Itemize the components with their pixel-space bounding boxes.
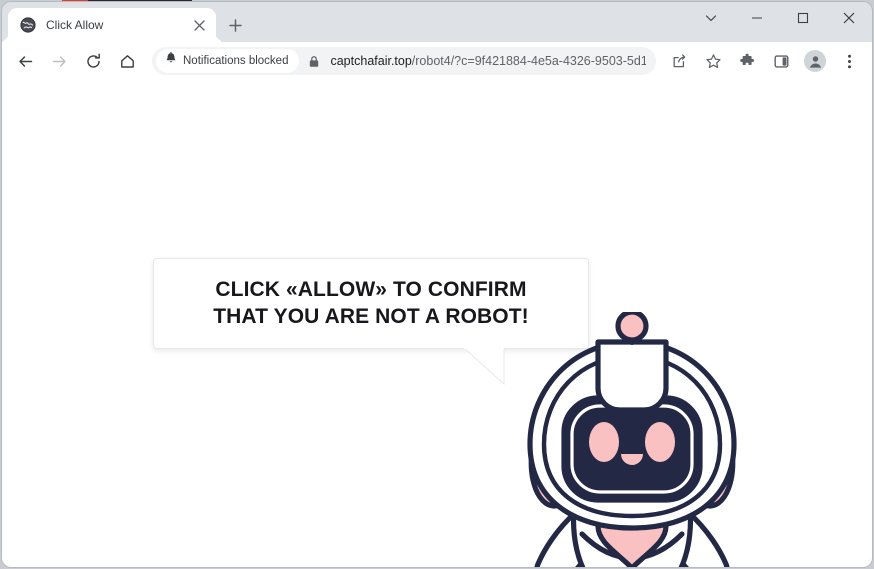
profile-avatar[interactable]	[801, 47, 829, 75]
window-controls	[688, 2, 872, 42]
tab-title: Click Allow	[46, 18, 104, 32]
browser-tab[interactable]: Click Allow	[8, 8, 216, 42]
lock-icon[interactable]	[305, 55, 323, 68]
robot-illustration	[527, 312, 737, 567]
more-menu-icon[interactable]	[835, 47, 863, 75]
minimize-button[interactable]	[734, 2, 780, 34]
back-button[interactable]	[10, 46, 40, 76]
tab-search-chevron-down-icon[interactable]	[688, 2, 734, 34]
maximize-button[interactable]	[780, 2, 826, 34]
notifications-blocked-label: Notifications blocked	[183, 55, 289, 67]
extensions-puzzle-icon[interactable]	[733, 47, 761, 75]
bookmark-star-icon[interactable]	[699, 47, 727, 75]
forward-button[interactable]	[44, 46, 74, 76]
share-icon[interactable]	[665, 47, 693, 75]
new-tab-button[interactable]	[222, 12, 248, 38]
tab-strip: Click Allow	[2, 2, 872, 42]
notifications-blocked-chip[interactable]: Notifications blocked	[156, 49, 300, 73]
browser-toolbar: Notifications blocked captchafair.top/ro…	[2, 42, 872, 80]
reload-button[interactable]	[78, 46, 108, 76]
tab-close-icon[interactable]	[190, 16, 208, 34]
globe-icon	[20, 17, 36, 33]
home-button[interactable]	[112, 46, 142, 76]
browser-window: Click Allow Notifications blocked captch…	[2, 2, 872, 567]
speech-bubble-tail	[464, 348, 505, 386]
close-window-button[interactable]	[826, 2, 872, 34]
bell-icon	[165, 51, 177, 70]
page-viewport: CLICK «ALLOW» TO CONFIRM THAT YOU ARE NO…	[2, 80, 872, 567]
speech-bubble-text: CLICK «ALLOW» TO CONFIRM THAT YOU ARE NO…	[213, 277, 529, 328]
url-text: captchafair.top/robot4/?c=9f421884-4e5a-…	[330, 54, 646, 68]
side-panel-icon[interactable]	[767, 47, 795, 75]
address-bar[interactable]: Notifications blocked captchafair.top/ro…	[152, 47, 656, 75]
